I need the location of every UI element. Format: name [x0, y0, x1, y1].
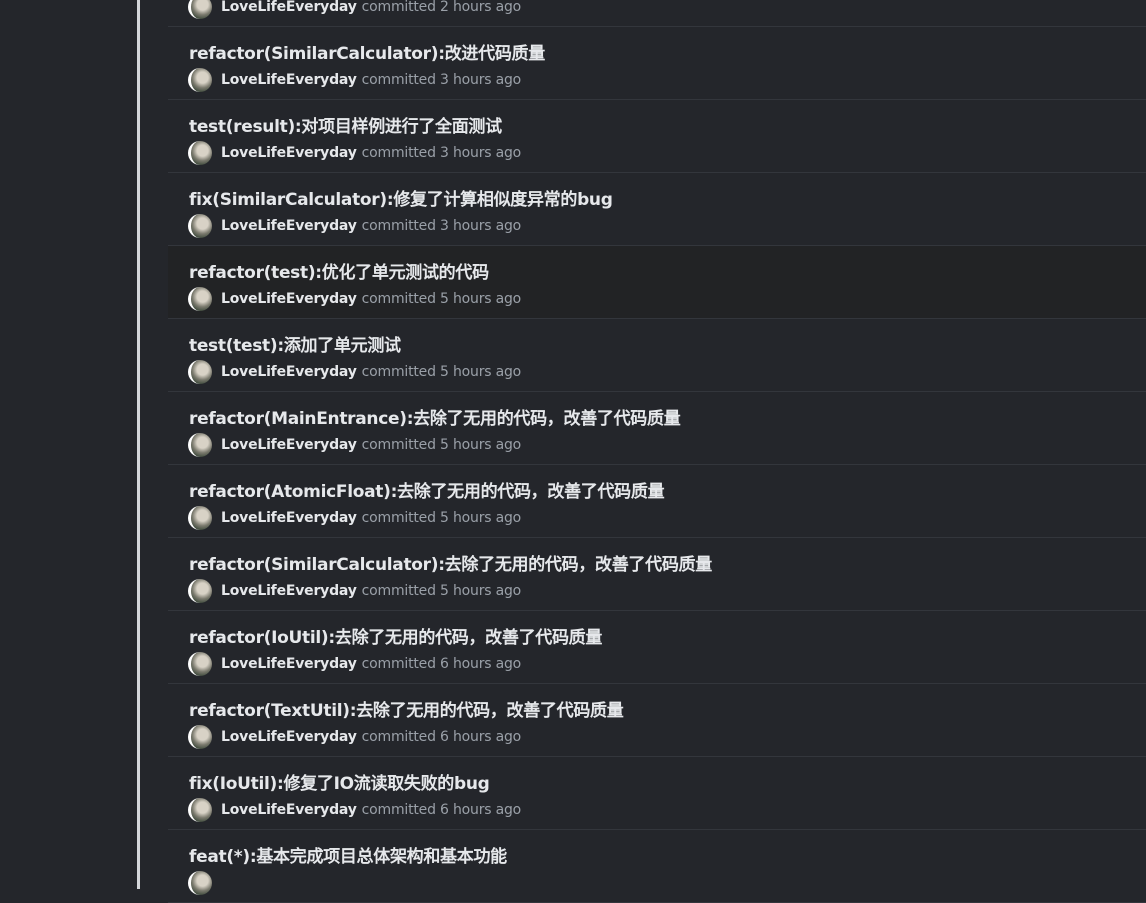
commit-time: 6 hours ago — [440, 802, 522, 818]
avatar[interactable] — [188, 287, 212, 311]
commit-title-link[interactable]: refactor(AtomicFloat):去除了无用的代码，改善了代码质量 — [189, 477, 665, 502]
avatar[interactable] — [188, 214, 212, 238]
commit-time: 3 hours ago — [440, 145, 522, 161]
commit-meta: LoveLifeEveryday committed 6 hours ago — [188, 798, 521, 822]
commit-verb: committed — [361, 72, 436, 88]
avatar[interactable] — [188, 579, 212, 603]
avatar[interactable] — [188, 68, 212, 92]
author-link[interactable]: LoveLifeEveryday — [221, 218, 357, 234]
commit-title-link[interactable]: refactor(test):优化了单元测试的代码 — [189, 258, 489, 283]
author-link[interactable]: LoveLifeEveryday — [221, 291, 357, 307]
commit-title-link[interactable]: test(result):对项目样例进行了全面测试 — [189, 112, 502, 137]
commit-time: 6 hours ago — [440, 729, 522, 745]
commit-verb: committed — [361, 583, 436, 599]
commit-row[interactable]: test(test):添加了单元测试 LoveLifeEveryday comm… — [168, 319, 1146, 392]
commit-row[interactable]: refactor(MainEntrance):去除了无用的代码，改善了代码质量 … — [168, 392, 1146, 465]
commit-time: 5 hours ago — [440, 364, 522, 380]
avatar[interactable] — [188, 652, 212, 676]
commit-row[interactable]: LoveLifeEveryday committed 2 hours ago — [168, 0, 1146, 27]
commit-time: 5 hours ago — [440, 510, 522, 526]
commit-time: 3 hours ago — [440, 218, 522, 234]
commit-verb: committed — [361, 437, 436, 453]
sidebar — [0, 0, 137, 889]
avatar[interactable] — [188, 360, 212, 384]
commit-row[interactable]: refactor(SimilarCalculator):去除了无用的代码，改善了… — [168, 538, 1146, 611]
commit-verb: committed — [361, 729, 436, 745]
commit-meta: LoveLifeEveryday committed 6 hours ago — [188, 652, 521, 676]
commit-meta: LoveLifeEveryday committed 6 hours ago — [188, 725, 521, 749]
commit-title-link[interactable]: fix(SimilarCalculator):修复了计算相似度异常的bug — [189, 185, 613, 210]
avatar[interactable] — [188, 798, 212, 822]
author-link[interactable]: LoveLifeEveryday — [221, 656, 357, 672]
commit-row[interactable]: test(result):对项目样例进行了全面测试 LoveLifeEveryd… — [168, 100, 1146, 173]
commit-time: 5 hours ago — [440, 583, 522, 599]
commit-verb: committed — [361, 291, 436, 307]
commit-row[interactable]: fix(IoUtil):修复了IO流读取失败的bug LoveLifeEvery… — [168, 757, 1146, 830]
author-link[interactable]: LoveLifeEveryday — [221, 437, 357, 453]
commit-meta: LoveLifeEveryday committed 3 hours ago — [188, 68, 521, 92]
commit-time: 3 hours ago — [440, 72, 522, 88]
commit-list: LoveLifeEveryday committed 2 hours ago r… — [168, 0, 1146, 903]
commit-verb: committed — [361, 218, 436, 234]
commit-row[interactable]: refactor(SimilarCalculator):改进代码质量 LoveL… — [168, 27, 1146, 100]
commit-row[interactable]: fix(SimilarCalculator):修复了计算相似度异常的bug Lo… — [168, 173, 1146, 246]
commit-meta: LoveLifeEveryday committed 3 hours ago — [188, 214, 521, 238]
commit-meta: LoveLifeEveryday committed 5 hours ago — [188, 360, 521, 384]
commit-verb: committed — [361, 656, 436, 672]
commit-meta: LoveLifeEveryday committed 5 hours ago — [188, 506, 521, 530]
commit-title-link[interactable]: feat(*):基本完成项目总体架构和基本功能 — [189, 842, 507, 867]
commit-row[interactable]: refactor(AtomicFloat):去除了无用的代码，改善了代码质量 L… — [168, 465, 1146, 538]
commit-verb: committed — [361, 510, 436, 526]
author-link[interactable]: LoveLifeEveryday — [221, 802, 357, 818]
author-link[interactable]: LoveLifeEveryday — [221, 145, 357, 161]
avatar[interactable] — [188, 141, 212, 165]
avatar[interactable] — [188, 506, 212, 530]
commit-meta — [188, 871, 221, 895]
commit-time: 5 hours ago — [440, 291, 522, 307]
author-link[interactable]: LoveLifeEveryday — [221, 729, 357, 745]
commit-verb: committed — [361, 802, 436, 818]
commit-row[interactable]: refactor(TextUtil):去除了无用的代码，改善了代码质量 Love… — [168, 684, 1146, 757]
commit-row[interactable]: feat(*):基本完成项目总体架构和基本功能 — [168, 830, 1146, 903]
commit-verb: committed — [361, 0, 436, 15]
author-link[interactable]: LoveLifeEveryday — [221, 583, 357, 599]
commit-time: 2 hours ago — [440, 0, 522, 15]
commit-title-link[interactable]: refactor(MainEntrance):去除了无用的代码，改善了代码质量 — [189, 404, 681, 429]
author-link[interactable]: LoveLifeEveryday — [221, 0, 357, 15]
commit-meta: LoveLifeEveryday committed 2 hours ago — [188, 0, 521, 19]
avatar[interactable] — [188, 0, 212, 19]
commit-meta: LoveLifeEveryday committed 5 hours ago — [188, 433, 521, 457]
commit-meta: LoveLifeEveryday committed 5 hours ago — [188, 287, 521, 311]
commit-title-link[interactable]: refactor(IoUtil):去除了无用的代码，改善了代码质量 — [189, 623, 602, 648]
commit-verb: committed — [361, 145, 436, 161]
avatar[interactable] — [188, 433, 212, 457]
avatar[interactable] — [188, 871, 212, 895]
author-link[interactable]: LoveLifeEveryday — [221, 72, 357, 88]
avatar[interactable] — [188, 725, 212, 749]
commit-time: 6 hours ago — [440, 656, 522, 672]
commit-title-link[interactable]: refactor(SimilarCalculator):去除了无用的代码，改善了… — [189, 550, 712, 575]
commit-verb: committed — [361, 364, 436, 380]
timeline-rail — [137, 0, 140, 889]
commit-time: 5 hours ago — [440, 437, 522, 453]
commit-title-link[interactable]: refactor(TextUtil):去除了无用的代码，改善了代码质量 — [189, 696, 624, 721]
commit-title-link[interactable]: test(test):添加了单元测试 — [189, 331, 401, 356]
commit-title-link[interactable]: fix(IoUtil):修复了IO流读取失败的bug — [189, 769, 490, 794]
commit-row[interactable]: refactor(IoUtil):去除了无用的代码，改善了代码质量 LoveLi… — [168, 611, 1146, 684]
author-link[interactable]: LoveLifeEveryday — [221, 510, 357, 526]
commit-meta: LoveLifeEveryday committed 3 hours ago — [188, 141, 521, 165]
commit-meta: LoveLifeEveryday committed 5 hours ago — [188, 579, 521, 603]
commit-title-link[interactable]: refactor(SimilarCalculator):改进代码质量 — [189, 39, 545, 64]
author-link[interactable]: LoveLifeEveryday — [221, 364, 357, 380]
commit-row[interactable]: refactor(test):优化了单元测试的代码 LoveLifeEveryd… — [168, 246, 1146, 319]
